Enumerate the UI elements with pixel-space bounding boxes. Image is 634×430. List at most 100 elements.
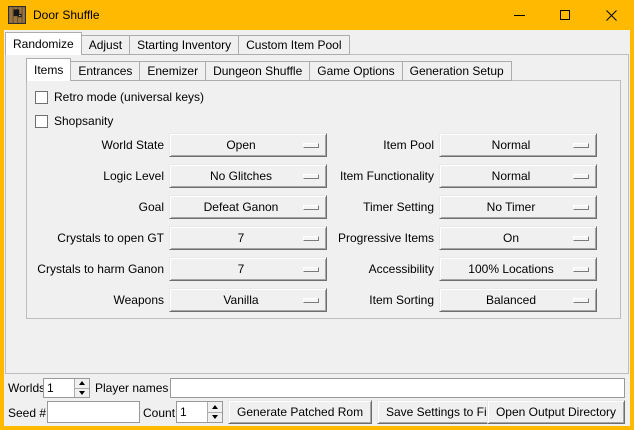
item-pool-dropdown[interactable]: Normal [439,133,597,157]
goal-label: Goal [27,200,164,214]
tab-label: Enemizer [147,64,198,78]
shopsanity-checkbox[interactable] [35,115,48,128]
close-icon [606,10,617,21]
worlds-spinner-input[interactable] [44,379,74,397]
dropdown-indicator-icon [573,143,589,148]
tab-label: Items [34,63,63,77]
option-row: Goal Defeat Ganon [27,195,327,219]
count-spin-up-button[interactable] [208,402,222,412]
crystals-open-gt-label: Crystals to open GT [27,231,164,245]
main-tab-bar: Randomize Adjust Starting Inventory Cust… [5,32,350,55]
accessibility-dropdown[interactable]: 100% Locations [439,257,597,281]
worlds-spinner[interactable] [43,378,90,398]
timer-setting-value: No Timer [487,200,536,214]
item-functionality-label: Item Functionality [297,169,434,183]
tab-enemizer[interactable]: Enemizer [139,61,206,81]
count-spinner-input[interactable] [177,402,207,422]
dropdown-indicator-icon [573,298,589,303]
save-settings-button[interactable]: Save Settings to File [377,400,505,424]
count-spin-down-button[interactable] [208,412,222,423]
window-content: Randomize Adjust Starting Inventory Cust… [4,30,630,426]
goal-value: Defeat Ganon [204,200,279,214]
world-state-label: World State [27,138,164,152]
tab-label: Generation Setup [410,64,504,78]
retro-mode-option[interactable]: Retro mode (universal keys) [35,90,204,104]
item-sorting-dropdown[interactable]: Balanced [439,288,597,312]
items-panel: Retro mode (universal keys) Shopsanity W… [26,80,621,319]
option-row: Progressive Items On [297,226,597,250]
option-row: Item Pool Normal [297,133,597,157]
worlds-spin-down-button[interactable] [75,388,89,398]
shopsanity-option[interactable]: Shopsanity [35,114,113,128]
tab-dungeon-shuffle[interactable]: Dungeon Shuffle [205,61,310,81]
timer-setting-label: Timer Setting [297,200,434,214]
close-button[interactable] [588,0,634,30]
tab-label: Adjust [89,38,122,52]
tab-label: Dungeon Shuffle [213,64,302,78]
dropdown-indicator-icon [573,267,589,272]
spin-down-icon [79,391,85,395]
option-row: Item Sorting Balanced [297,288,597,312]
progressive-items-dropdown[interactable]: On [439,226,597,250]
tab-custom-item-pool[interactable]: Custom Item Pool [238,35,349,55]
minimize-icon [514,15,525,16]
tab-label: Entrances [78,64,132,78]
item-sorting-label: Item Sorting [297,293,434,307]
weapons-value: Vanilla [223,293,258,307]
door-icon [8,6,26,24]
maximize-button[interactable] [542,0,588,30]
randomize-panel: Items Entrances Enemizer Dungeon Shuffle… [5,54,629,374]
tab-items[interactable]: Items [26,58,71,81]
sub-tab-bar: Items Entrances Enemizer Dungeon Shuffle… [26,58,512,81]
item-functionality-value: Normal [492,169,531,183]
timer-setting-dropdown[interactable]: No Timer [439,195,597,219]
count-spinner[interactable] [176,401,223,423]
tab-label: Starting Inventory [137,38,231,52]
tab-label: Custom Item Pool [246,38,341,52]
minimize-button[interactable] [496,0,542,30]
logic-level-value: No Glitches [210,169,272,183]
accessibility-value: 100% Locations [468,262,553,276]
option-row: World State Open [27,133,327,157]
door-shuffle-window: Door Shuffle Randomize Adjust Starting I… [0,0,634,430]
worlds-spin-up-button[interactable] [75,379,89,388]
option-row: Item Functionality Normal [297,164,597,188]
item-pool-label: Item Pool [297,138,434,152]
seed-input[interactable] [47,401,140,423]
tab-entrances[interactable]: Entrances [70,61,140,81]
logic-level-label: Logic Level [27,169,164,183]
count-label: Count [143,406,175,420]
accessibility-label: Accessibility [297,262,434,276]
open-output-directory-button[interactable]: Open Output Directory [487,400,625,424]
item-sorting-value: Balanced [486,293,536,307]
tab-generation-setup[interactable]: Generation Setup [402,61,512,81]
shopsanity-label: Shopsanity [54,114,113,128]
player-names-input[interactable] [170,378,625,398]
generate-patched-rom-button[interactable]: Generate Patched Rom [228,400,372,424]
dropdown-indicator-icon [573,174,589,179]
option-row: Accessibility 100% Locations [297,257,597,281]
spin-up-icon [79,381,85,385]
item-pool-value: Normal [492,138,531,152]
dropdown-indicator-icon [573,205,589,210]
crystals-open-gt-value: 7 [238,231,245,245]
option-row: Timer Setting No Timer [297,195,597,219]
window-title: Door Shuffle [33,8,100,22]
dropdown-indicator-icon [573,236,589,241]
tab-game-options[interactable]: Game Options [309,61,402,81]
retro-mode-checkbox[interactable] [35,91,48,104]
option-row: Logic Level No Glitches [27,164,327,188]
tab-adjust[interactable]: Adjust [81,35,130,55]
tab-starting-inventory[interactable]: Starting Inventory [129,35,239,55]
progressive-items-label: Progressive Items [297,231,434,245]
maximize-icon [560,10,570,20]
item-functionality-dropdown[interactable]: Normal [439,164,597,188]
tab-randomize[interactable]: Randomize [5,32,82,55]
titlebar[interactable]: Door Shuffle [0,0,634,30]
player-names-label: Player names [95,381,168,395]
option-row: Crystals to harm Ganon 7 [27,257,327,281]
option-row: Crystals to open GT 7 [27,226,327,250]
worlds-label: Worlds [8,381,45,395]
spin-up-icon [212,405,218,409]
world-state-value: Open [226,138,255,152]
